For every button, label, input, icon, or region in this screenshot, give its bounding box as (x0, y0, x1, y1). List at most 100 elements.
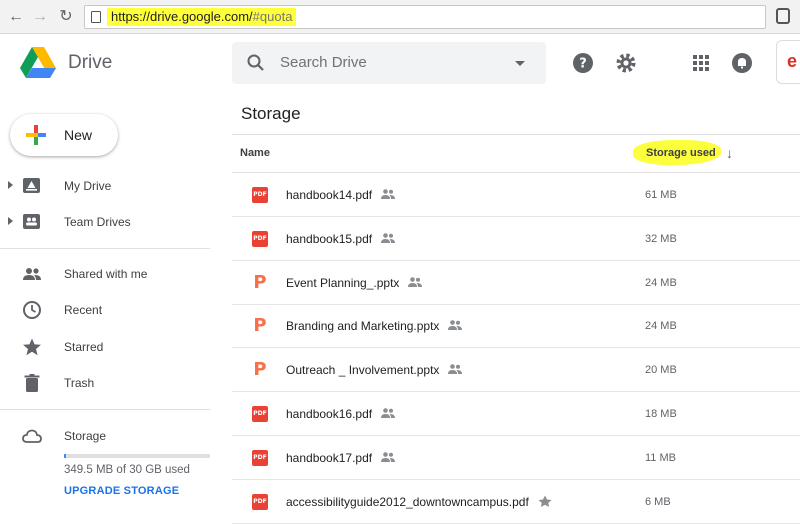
star-icon (538, 495, 552, 507)
title-divider (232, 134, 800, 135)
file-row[interactable]: PDF accessibilityguide2012_downtowncampus… (232, 480, 800, 524)
file-name[interactable]: handbook15.pdf (286, 232, 372, 246)
apps-grid-icon[interactable] (690, 52, 712, 74)
sidebar-divider (0, 409, 210, 410)
sidebar-item-label: Recent (64, 303, 103, 317)
expand-caret-icon[interactable] (8, 181, 13, 189)
search-placeholder: Search Drive (280, 54, 367, 71)
sidebar-item-label: Team Drives (64, 215, 131, 229)
file-row[interactable]: P Outreach _ Involvement.pptx 20 MB (232, 348, 800, 393)
sidebar-item-label: My Drive (64, 179, 112, 193)
file-row[interactable]: PDF handbook14.pdf 61 MB (232, 173, 800, 217)
shared-people-icon (448, 364, 463, 375)
storage-usage-bar (64, 454, 210, 458)
file-name[interactable]: handbook14.pdf (286, 188, 372, 202)
file-size: 32 MB (645, 232, 677, 245)
file-row[interactable]: PDF handbook16.pdf 18 MB (232, 392, 800, 436)
shared-people-icon (381, 189, 396, 199)
file-name[interactable]: accessibilityguide2012_downtowncampus.pd… (286, 495, 529, 509)
page-icon (91, 11, 101, 23)
sidebar-item-label: Trash (64, 376, 95, 390)
sidebar-item-shared-with-me[interactable]: Shared with me (0, 259, 210, 289)
storage-usage-text: 349.5 MB of 30 GB used (64, 464, 190, 476)
sidebar-item-team-drives[interactable]: Team Drives (0, 207, 210, 237)
expand-caret-icon[interactable] (8, 217, 13, 225)
url-scheme: https:// (111, 9, 151, 24)
pptx-file-icon: P (253, 359, 267, 381)
file-name[interactable]: handbook17.pdf (286, 451, 372, 465)
sidebar-item-recent[interactable]: Recent (0, 295, 210, 325)
file-name[interactable]: Branding and Marketing.pptx (286, 319, 439, 333)
pdf-file-icon: PDF (252, 187, 268, 203)
file-row[interactable]: PDF handbook17.pdf 11 MB (232, 436, 800, 480)
account-logo-icon: e (787, 51, 798, 71)
clock-icon (23, 301, 41, 319)
sidebar-item-starred[interactable]: Starred (0, 332, 210, 362)
url-text: https://drive.google.com/#quota (107, 8, 297, 26)
gear-icon[interactable] (615, 52, 637, 74)
cloud-icon (22, 429, 42, 443)
help-icon[interactable]: ? (572, 52, 594, 74)
my-drive-icon (23, 178, 40, 193)
file-size: 11 MB (645, 451, 676, 464)
sidebar-item-label: Starred (64, 340, 104, 354)
sidebar-divider (0, 248, 210, 249)
address-bar[interactable]: https://drive.google.com/#quota (84, 5, 766, 29)
pptx-file-icon: P (253, 271, 267, 293)
file-size: 20 MB (645, 364, 677, 377)
shared-people-icon (408, 276, 423, 287)
sort-descending-icon[interactable]: ↓ (726, 145, 733, 161)
file-row[interactable]: P Event Planning_.pptx 24 MB (232, 261, 800, 305)
url-host: drive.google.com/ (150, 9, 253, 24)
notifications-bell-icon[interactable] (731, 52, 753, 74)
file-size: 24 MB (645, 320, 677, 333)
shared-people-icon (381, 451, 396, 462)
search-icon[interactable] (246, 53, 266, 73)
drive-logo-icon[interactable] (20, 46, 56, 80)
page-title: Storage (241, 104, 301, 123)
sidebar-item-my-drive[interactable]: My Drive (0, 171, 210, 201)
forward-icon[interactable]: → (30, 7, 50, 27)
account-button[interactable]: e (776, 40, 800, 84)
new-button[interactable]: New (10, 114, 118, 156)
pdf-file-icon: PDF (252, 230, 268, 247)
star-icon (23, 338, 41, 356)
file-size: 18 MB (645, 408, 677, 420)
plus-icon (26, 125, 46, 145)
upgrade-storage-link[interactable]: UPGRADE STORAGE (64, 485, 179, 497)
shared-people-icon (381, 232, 396, 243)
back-icon[interactable]: ← (6, 7, 26, 27)
sidebar-item-storage[interactable]: Storage (0, 421, 210, 451)
sidebar-item-trash[interactable]: Trash (0, 368, 210, 398)
file-name[interactable]: handbook16.pdf (286, 407, 372, 421)
team-drives-icon (23, 214, 40, 229)
file-name[interactable]: Outreach _ Involvement.pptx (286, 363, 439, 377)
pdf-file-icon: PDF (252, 449, 268, 466)
file-size: 6 MB (645, 495, 671, 508)
pdf-file-icon: PDF (252, 406, 268, 422)
search-options-icon[interactable] (515, 61, 525, 66)
file-row[interactable]: PDF handbook15.pdf 32 MB (232, 217, 800, 261)
shared-people-icon (381, 408, 396, 418)
storage-usage-fill (64, 454, 66, 458)
file-size: 24 MB (645, 276, 677, 289)
shared-people-icon (23, 268, 41, 280)
column-header-storage-used[interactable]: Storage used (646, 147, 716, 159)
sidebar-item-label: Storage (64, 429, 107, 443)
extension-icon[interactable] (776, 8, 790, 24)
file-name[interactable]: Event Planning_.pptx (286, 276, 399, 290)
pptx-file-icon: P (253, 315, 267, 337)
column-header-name[interactable]: Name (240, 147, 270, 159)
browser-toolbar: ← → ↻ https://drive.google.com/#quota (0, 0, 800, 34)
sidebar-item-label: Shared with me (64, 267, 148, 281)
file-size: 61 MB (645, 189, 677, 201)
reload-icon[interactable]: ↻ (56, 7, 76, 27)
new-button-label: New (64, 127, 93, 143)
shared-people-icon (448, 320, 463, 331)
brand-name[interactable]: Drive (68, 52, 112, 74)
search-input[interactable]: Search Drive (232, 42, 546, 84)
trash-icon (24, 374, 40, 392)
file-row[interactable]: P Branding and Marketing.pptx 24 MB (232, 304, 800, 349)
svg-text:?: ? (579, 57, 587, 72)
url-fragment: #quota (252, 9, 293, 24)
